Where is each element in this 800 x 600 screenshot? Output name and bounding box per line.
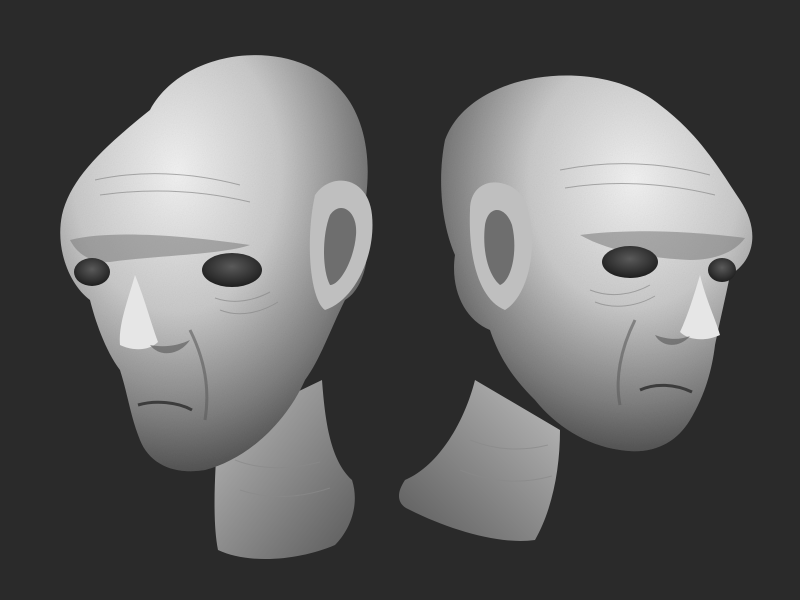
left-head-eye-right	[202, 253, 262, 287]
right-neck	[398, 380, 560, 541]
alien-head-right	[398, 75, 753, 541]
alien-head-left	[60, 55, 373, 560]
left-head-eye-left	[74, 258, 110, 286]
right-head-eye-left	[602, 246, 658, 278]
sculpt-render	[60, 55, 753, 560]
right-head-eye-right	[708, 258, 736, 282]
render-viewport	[0, 0, 800, 600]
